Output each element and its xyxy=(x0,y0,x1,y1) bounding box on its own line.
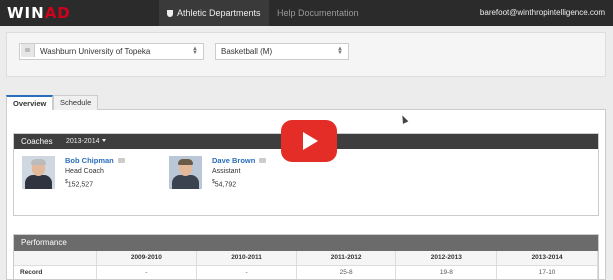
table-header: 2010-2011 xyxy=(196,251,297,265)
coach-role: Assistant xyxy=(212,168,241,175)
performance-panel: Performance 2009-2010 2010-2011 2011-201… xyxy=(13,234,599,280)
coach-photo xyxy=(22,156,55,189)
top-navbar: WINAD Athletic Departments Help Document… xyxy=(0,0,613,40)
shield-icon xyxy=(167,10,173,17)
tab-bar: Overview Schedule xyxy=(6,93,606,112)
help-documentation-link[interactable]: Help Documentation xyxy=(277,0,359,26)
sport-select[interactable]: Basketball (M) ▲ ▼ xyxy=(215,43,349,60)
chat-icon[interactable] xyxy=(259,158,267,163)
table-cell: - xyxy=(96,264,198,279)
video-play-button[interactable] xyxy=(281,120,337,162)
athletic-departments-label: Athletic Departments xyxy=(177,8,261,18)
table-cell: 25-8 xyxy=(296,264,397,279)
select-arrows-icon: ▲ ▼ xyxy=(192,46,198,56)
coach-salary: $54,792 xyxy=(212,179,237,189)
play-icon xyxy=(303,132,318,150)
performance-title: Performance xyxy=(21,238,67,247)
app-logo[interactable]: WINAD xyxy=(7,4,71,22)
table-header xyxy=(14,251,97,265)
coach-role: Head Coach xyxy=(65,168,104,175)
season-label: 2013-2014 xyxy=(66,138,100,145)
coach-salary: $152,527 xyxy=(65,179,94,189)
filter-bar: Washburn University of Topeka ▲ ▼ Basketb… xyxy=(6,32,606,77)
lock-icon xyxy=(21,44,35,57)
table-cell: 19-8 xyxy=(395,264,498,279)
coach-name-link[interactable]: Bob Chipman xyxy=(65,156,114,165)
table-header-row: 2009-2010 2010-2011 2011-2012 2012-2013 … xyxy=(14,251,598,265)
school-select-value: Washburn University of Topeka xyxy=(40,47,151,56)
school-select[interactable]: Washburn University of Topeka ▲ ▼ xyxy=(19,43,204,60)
table-row: Record - - 25-8 19-8 17-10 xyxy=(14,264,598,279)
coach-photo xyxy=(169,156,202,189)
tab-schedule[interactable]: Schedule xyxy=(53,95,99,111)
user-email-menu[interactable]: barefoot@winthropintelligence.com xyxy=(480,0,605,26)
coaches-title: Coaches xyxy=(21,137,53,146)
caret-down-icon xyxy=(102,139,107,142)
athletic-departments-menu[interactable]: Athletic Departments xyxy=(159,0,269,40)
table-header: 2013-2014 xyxy=(496,251,598,265)
table-header: 2009-2010 xyxy=(96,251,198,265)
table-header: 2012-2013 xyxy=(395,251,498,265)
performance-header: Performance xyxy=(14,235,598,251)
select-arrows-icon: ▲ ▼ xyxy=(337,46,343,56)
table-header: 2011-2012 xyxy=(296,251,397,265)
chat-icon[interactable] xyxy=(117,158,125,163)
coach-name-link[interactable]: Dave Brown xyxy=(212,156,255,165)
performance-table: 2009-2010 2010-2011 2011-2012 2012-2013 … xyxy=(14,251,598,279)
sport-select-value: Basketball (M) xyxy=(221,47,273,56)
season-dropdown[interactable]: 2013-2014 xyxy=(66,134,107,149)
table-cell: - xyxy=(196,264,297,279)
row-label: Record xyxy=(14,264,97,279)
table-cell: 17-10 xyxy=(496,264,598,279)
